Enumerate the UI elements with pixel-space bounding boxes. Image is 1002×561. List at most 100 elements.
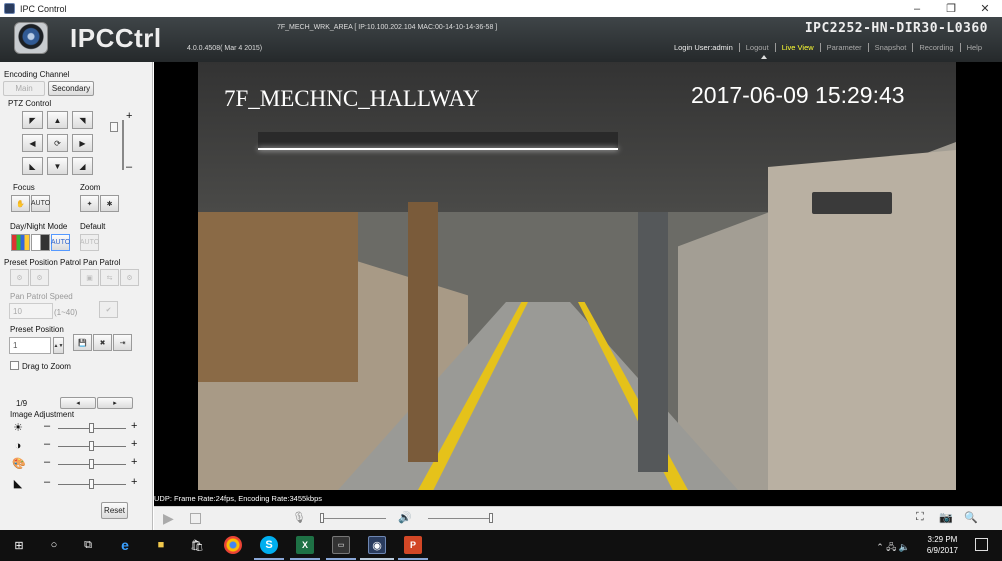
- day-night-auto-button[interactable]: AUTO: [51, 234, 70, 251]
- nav-logout[interactable]: Logout: [740, 43, 775, 52]
- play-icon[interactable]: ▶: [163, 510, 174, 527]
- task-view-icon[interactable]: ⧉: [79, 536, 97, 554]
- encoding-channel-label: Encoding Channel: [4, 70, 70, 79]
- action-center-icon[interactable]: [975, 538, 988, 551]
- pan-patrol-start-icon[interactable]: ⇆: [100, 269, 119, 286]
- microphone-mute-icon[interactable]: 🎙: [292, 511, 306, 524]
- default-auto-button[interactable]: AUTO: [80, 234, 99, 251]
- saturation-thumb[interactable]: [89, 459, 94, 469]
- skype-icon[interactable]: S: [260, 536, 278, 554]
- save-preset-icon[interactable]: 💾: [73, 334, 92, 351]
- contrast-thumb[interactable]: [89, 441, 94, 451]
- ptz-down-button[interactable]: ▼: [47, 157, 68, 175]
- goto-preset-icon[interactable]: ⇥: [113, 334, 132, 351]
- edge-browser-icon[interactable]: e: [116, 536, 134, 554]
- cmd-active-indicator: [326, 558, 356, 560]
- ptz-up-button[interactable]: ▲: [47, 111, 68, 129]
- day-mode-icon[interactable]: [11, 234, 30, 251]
- focus-hand-icon[interactable]: ✋: [11, 195, 30, 212]
- clock-time: 3:29 PM: [927, 535, 958, 544]
- minimize-button[interactable]: –: [900, 0, 934, 17]
- delete-preset-icon[interactable]: ✖: [93, 334, 112, 351]
- brightness-plus[interactable]: +: [131, 420, 137, 432]
- app-icon: [4, 3, 15, 14]
- pan-patrol-record-icon[interactable]: ▣: [80, 269, 99, 286]
- pan-patrol-speed-input[interactable]: 10: [9, 303, 53, 319]
- stop-icon[interactable]: [190, 513, 201, 524]
- ptz-home-button[interactable]: ⟳: [47, 134, 68, 152]
- system-tray-icons[interactable]: ⌃ 🖧 🔈: [876, 540, 910, 556]
- preset-spinner[interactable]: ▲▼: [53, 337, 64, 354]
- sharpness-minus[interactable]: –: [44, 476, 50, 488]
- ptz-down-left-button[interactable]: ◣: [22, 157, 43, 175]
- secondary-stream-button[interactable]: Secondary: [48, 81, 94, 96]
- preset-patrol-stop-icon[interactable]: ⚙: [30, 269, 49, 286]
- nav-live-view[interactable]: Live View: [776, 43, 820, 52]
- speaker-volume-icon[interactable]: 🔊: [398, 511, 412, 524]
- file-explorer-icon[interactable]: ■: [152, 536, 170, 554]
- restore-button[interactable]: ❐: [934, 0, 968, 17]
- zoom-out-icon[interactable]: ✱: [100, 195, 119, 212]
- nav-parameter[interactable]: Parameter: [821, 43, 868, 52]
- speaker-volume-thumb[interactable]: [489, 513, 493, 523]
- speaker-volume-slider[interactable]: [428, 518, 490, 519]
- ptz-speed-slider-thumb[interactable]: [110, 122, 118, 132]
- ptz-up-left-button[interactable]: ◤: [22, 111, 43, 129]
- next-page-button[interactable]: ▸: [97, 397, 133, 409]
- digital-zoom-icon[interactable]: 🔍: [964, 511, 978, 524]
- ceiling-light: [258, 148, 618, 150]
- confirm-check-icon[interactable]: ✔: [99, 301, 118, 318]
- sharpness-thumb[interactable]: [89, 479, 94, 489]
- ptz-speed-plus[interactable]: +: [126, 110, 132, 122]
- left-door: [408, 202, 438, 462]
- night-mode-icon[interactable]: [31, 234, 50, 251]
- search-circle-icon[interactable]: ○: [45, 536, 63, 554]
- live-video-view[interactable]: 7F_MECHNC_HALLWAY 2017-06-09 15:29:43: [154, 62, 1002, 490]
- pan-patrol-stop-icon[interactable]: ⚙: [120, 269, 139, 286]
- mic-volume-slider[interactable]: [324, 518, 386, 519]
- ptz-up-right-button[interactable]: ◥: [72, 111, 93, 129]
- saturation-minus[interactable]: –: [44, 456, 50, 468]
- zoom-label: Zoom: [80, 183, 101, 192]
- main-stream-button[interactable]: Main: [3, 81, 45, 96]
- ptz-speed-minus[interactable]: –: [126, 161, 132, 173]
- snapshot-camera-icon[interactable]: 📷: [939, 511, 953, 524]
- powerpoint-icon[interactable]: P: [404, 536, 422, 554]
- fullscreen-icon[interactable]: ⛶: [916, 511, 924, 524]
- powerpoint-active-indicator: [398, 558, 428, 560]
- reset-button[interactable]: Reset: [101, 502, 128, 519]
- ptz-speed-slider[interactable]: [122, 120, 124, 170]
- focus-auto-button[interactable]: AUTO: [31, 195, 50, 212]
- contrast-minus[interactable]: –: [44, 438, 50, 450]
- window-title-bar: IPC Control – ❐ ✕: [0, 0, 1002, 17]
- drag-to-zoom-checkbox[interactable]: [10, 361, 19, 370]
- command-prompt-icon[interactable]: ▭: [332, 536, 350, 554]
- preset-position-label: Preset Position: [10, 325, 64, 334]
- brightness-thumb[interactable]: [89, 423, 94, 433]
- saturation-row: 🎨 – +: [10, 456, 140, 470]
- ptz-down-right-button[interactable]: ◢: [72, 157, 93, 175]
- zoom-in-icon[interactable]: ✦: [80, 195, 99, 212]
- close-button[interactable]: ✕: [968, 0, 1002, 17]
- nav-recording[interactable]: Recording: [913, 43, 959, 52]
- contrast-plus[interactable]: +: [131, 438, 137, 450]
- osd-camera-name: 7F_MECHNC_HALLWAY: [224, 86, 480, 111]
- nav-help[interactable]: Help: [961, 43, 988, 52]
- preset-patrol-start-icon[interactable]: ⚙: [10, 269, 29, 286]
- brightness-minus[interactable]: –: [44, 420, 50, 432]
- excel-icon[interactable]: X: [296, 536, 314, 554]
- saturation-plus[interactable]: +: [131, 456, 137, 468]
- nav-snapshot[interactable]: Snapshot: [869, 43, 913, 52]
- ipc-control-taskbar-icon[interactable]: ◉: [368, 536, 386, 554]
- ptz-right-button[interactable]: ▶: [72, 134, 93, 152]
- prev-page-button[interactable]: ◂: [60, 397, 96, 409]
- store-bag-icon[interactable]: 🛍: [188, 536, 206, 554]
- sharpness-plus[interactable]: +: [131, 476, 137, 488]
- clock[interactable]: 3:29 PM 6/9/2017: [927, 534, 958, 556]
- chrome-browser-icon[interactable]: [224, 536, 242, 554]
- ptz-left-button[interactable]: ◀: [22, 134, 43, 152]
- preset-position-patrol-label: Preset Position Patrol: [4, 258, 81, 267]
- drag-to-zoom-label: Drag to Zoom: [22, 362, 71, 371]
- preset-position-input[interactable]: 1: [9, 337, 51, 354]
- start-windows-icon[interactable]: ⊞: [10, 536, 28, 554]
